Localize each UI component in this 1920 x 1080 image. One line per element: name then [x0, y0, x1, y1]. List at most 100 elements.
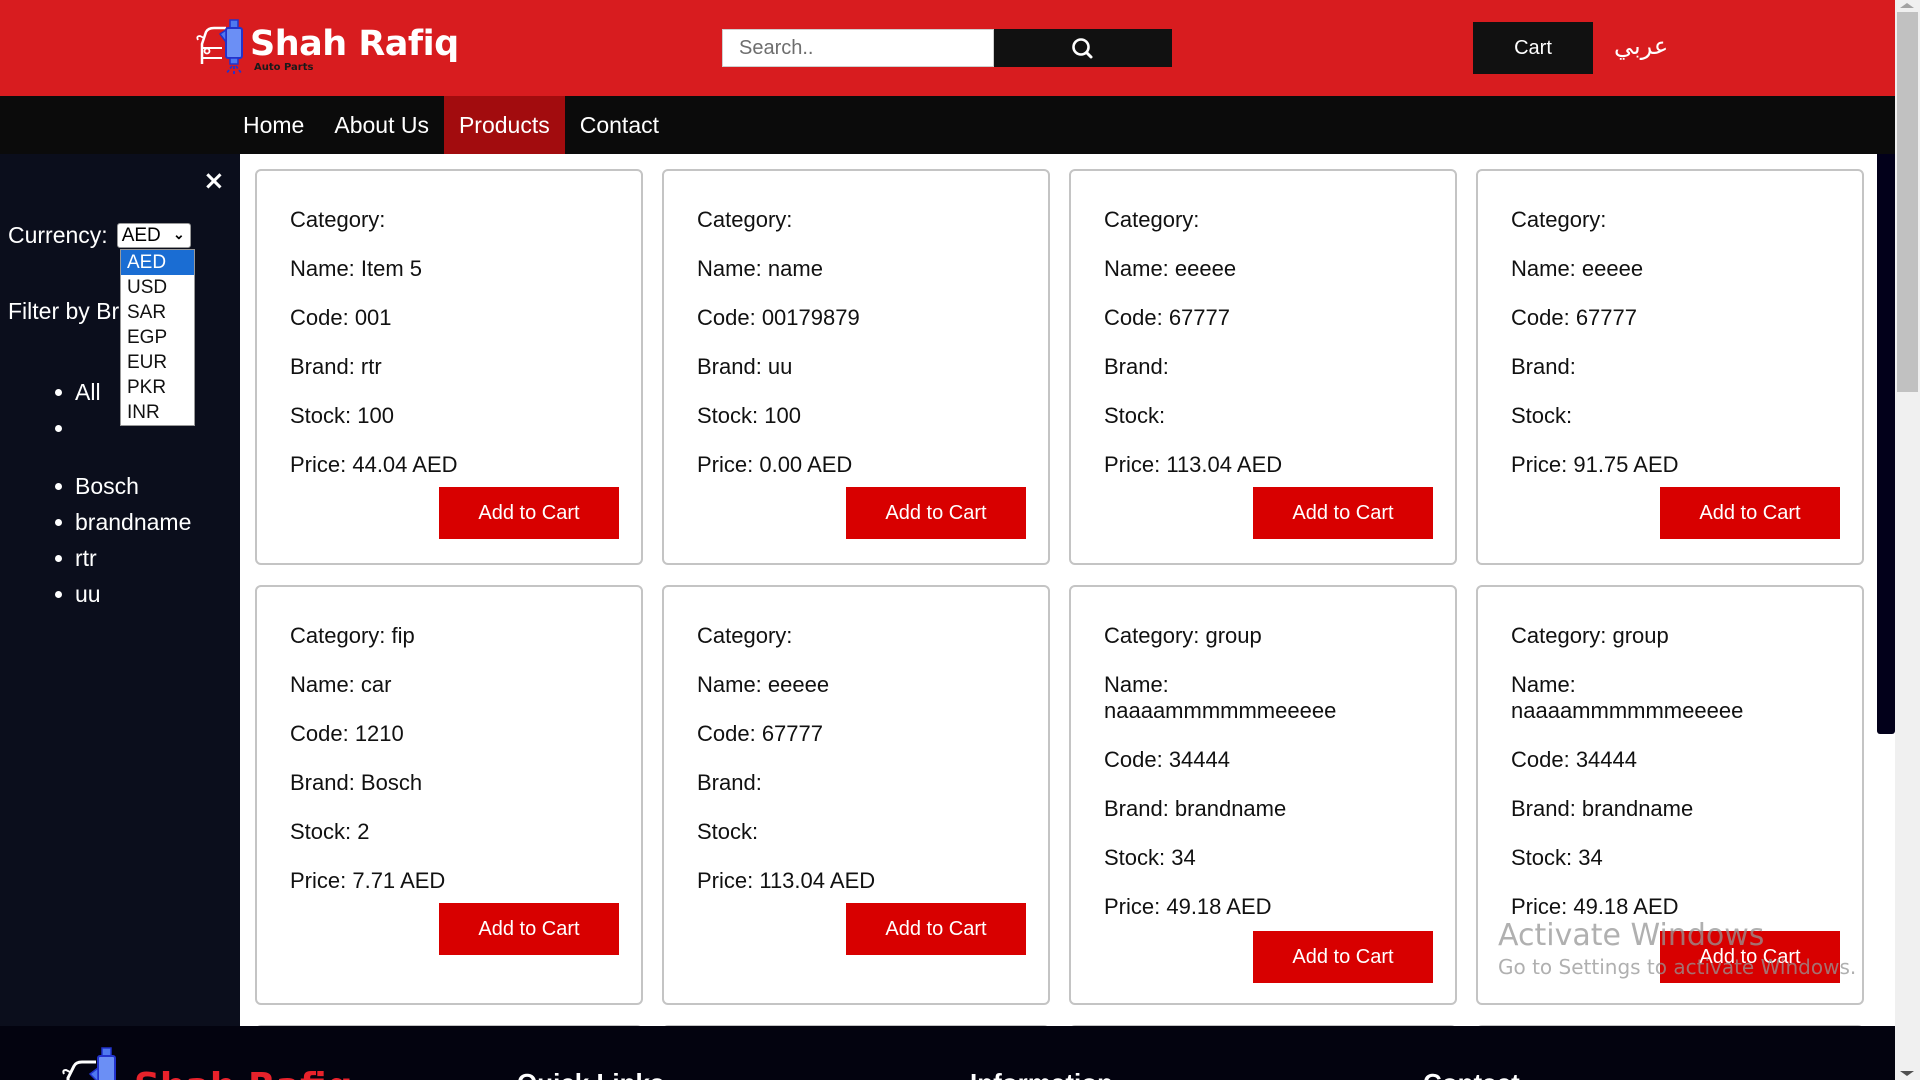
- product-stock: Stock: 100: [290, 403, 394, 428]
- add-to-cart-button[interactable]: Add to Cart: [439, 903, 619, 955]
- product-name: Name: naaaammmmmmeeeee: [1104, 672, 1337, 723]
- currency-option-eur[interactable]: EUR: [121, 350, 194, 375]
- footer-heading-contact: Contact: [1423, 1068, 1520, 1080]
- product-stock: Stock: 100: [697, 403, 801, 428]
- product-name: Name: Item 5: [290, 256, 423, 281]
- product-price: Price: 49.18 AED: [1511, 894, 1679, 919]
- product-price: Price: 113.04 AED: [1104, 452, 1283, 477]
- product-price: Price: 113.04 AED: [697, 868, 876, 893]
- brand-filter-bosch[interactable]: Bosch: [52, 468, 191, 504]
- brand-filter-uu[interactable]: uu: [52, 576, 191, 612]
- nav-item-home[interactable]: Home: [228, 96, 319, 154]
- brand-filter-rtr[interactable]: rtr: [52, 540, 191, 576]
- search-input[interactable]: [722, 29, 994, 67]
- footer-heading-information: Information: [970, 1068, 1113, 1080]
- product-brand: Brand:: [1104, 354, 1169, 379]
- product-price: Price: 49.18 AED: [1104, 894, 1272, 919]
- site-logo[interactable]: Shah Rafiq Auto Parts: [196, 16, 459, 76]
- add-to-cart-button[interactable]: Add to Cart: [439, 487, 619, 539]
- product-code: Code: 67777: [1104, 305, 1230, 330]
- product-stock: Stock: 34: [1511, 845, 1603, 870]
- currency-option-sar[interactable]: SAR: [121, 300, 194, 325]
- product-stock: Stock:: [697, 819, 759, 844]
- add-to-cart-button[interactable]: Add to Cart: [846, 487, 1026, 539]
- product-card: Category: Name: Item 5 Code: 001 Brand: …: [255, 169, 643, 565]
- product-code: Code: 001: [290, 305, 392, 330]
- currency-option-usd[interactable]: USD: [121, 275, 194, 300]
- product-card: Category: group Name: naaaammmmmmeeeee C…: [1476, 585, 1864, 1005]
- currency-option-pkr[interactable]: PKR: [121, 375, 194, 400]
- product-category: Category: group: [1104, 623, 1262, 648]
- currency-selected-value: AED: [121, 224, 161, 246]
- product-code: Code: 34444: [1511, 747, 1637, 772]
- product-card: Category: Name: name Code: 00179879 Bran…: [662, 169, 1050, 565]
- add-to-cart-button[interactable]: Add to Cart: [1660, 487, 1840, 539]
- logo-title: Shah Rafiq: [250, 24, 459, 64]
- brand-filter-brandname[interactable]: brandname: [52, 504, 191, 540]
- product-category: Category:: [1104, 207, 1200, 232]
- product-card: Category: Name: eeeee Code: 67777 Brand:…: [662, 585, 1050, 1005]
- cart-button[interactable]: Cart: [1473, 22, 1593, 74]
- currency-option-aed[interactable]: AED: [121, 250, 194, 275]
- product-name: Name: car: [290, 672, 392, 697]
- product-category: Category:: [290, 207, 386, 232]
- product-grid: Category: Name: Item 5 Code: 001 Brand: …: [255, 169, 1864, 1026]
- add-to-cart-button[interactable]: Add to Cart: [1253, 931, 1433, 983]
- add-to-cart-button[interactable]: Add to Cart: [846, 903, 1026, 955]
- footer-logo-title: Shah Rafiq: [134, 1066, 352, 1080]
- logo-subtitle: Auto Parts: [254, 62, 314, 73]
- product-price: Price: 0.00 AED: [697, 452, 853, 477]
- product-code: Code: 67777: [1511, 305, 1637, 330]
- footer-logo[interactable]: Shah Rafiq: [60, 1046, 380, 1080]
- product-code: Code: 34444: [1104, 747, 1230, 772]
- product-brand: Brand: brandname: [1104, 796, 1287, 821]
- product-price: Price: 44.04 AED: [290, 452, 458, 477]
- product-grid-area: Category: Name: Item 5 Code: 001 Brand: …: [240, 154, 1877, 1026]
- search-button[interactable]: [994, 29, 1172, 67]
- product-category: Category: group: [1511, 623, 1669, 648]
- currency-option-egp[interactable]: EGP: [121, 325, 194, 350]
- product-code: Code: 00179879: [697, 305, 860, 330]
- browser-scrollbar-thumb[interactable]: [1897, 12, 1918, 392]
- main-nav: Home About Us Products Contact: [0, 96, 1895, 154]
- content-scrollbar-thumb[interactable]: [1877, 154, 1895, 734]
- currency-dropdown-list: AED USD SAR EGP EUR PKR INR: [120, 249, 195, 426]
- product-brand: Brand:: [697, 770, 762, 795]
- page: Shah Rafiq Auto Parts Cart عربي Home Abo…: [0, 0, 1895, 1080]
- nav-item-about-us[interactable]: About Us: [319, 96, 444, 154]
- product-name: Name: name: [697, 256, 823, 281]
- nav-item-contact[interactable]: Contact: [565, 96, 674, 154]
- product-name: Name: eeeee: [1104, 256, 1237, 281]
- product-name: Name: eeeee: [697, 672, 830, 697]
- product-brand: Brand: brandname: [1511, 796, 1694, 821]
- language-toggle-arabic[interactable]: عربي: [1614, 32, 1668, 60]
- nav-list: Home About Us Products Contact: [228, 96, 674, 154]
- product-name: Name: eeeee: [1511, 256, 1644, 281]
- product-stock: Stock: 2: [290, 819, 370, 844]
- add-to-cart-button[interactable]: Add to Cart: [1253, 487, 1433, 539]
- product-stock: Stock:: [1511, 403, 1573, 428]
- close-sidebar-icon[interactable]: ×: [203, 168, 225, 194]
- currency-select[interactable]: AED ⌄: [116, 223, 191, 248]
- site-header: Shah Rafiq Auto Parts Cart عربي: [0, 0, 1895, 96]
- site-footer: Shah Rafiq Quick Links Information Conta…: [0, 1026, 1895, 1080]
- search-icon: [1072, 38, 1093, 59]
- scroll-down-arrow-icon[interactable]: [1900, 1071, 1914, 1076]
- product-category: Category:: [697, 623, 793, 648]
- content-scrollbar[interactable]: [1877, 154, 1895, 1026]
- browser-scrollbar[interactable]: [1895, 0, 1920, 1080]
- product-brand: Brand: uu: [697, 354, 793, 379]
- currency-label: Currency:: [8, 222, 108, 248]
- currency-option-inr[interactable]: INR: [121, 400, 194, 425]
- product-category: Category: fip: [290, 623, 415, 648]
- product-category: Category:: [697, 207, 793, 232]
- nav-item-products[interactable]: Products: [443, 96, 565, 154]
- product-card: Category: Name: eeeee Code: 67777 Brand:…: [1476, 169, 1864, 565]
- scroll-up-arrow-icon[interactable]: [1900, 3, 1914, 8]
- product-price: Price: 91.75 AED: [1511, 452, 1679, 477]
- product-stock: Stock: 34: [1104, 845, 1196, 870]
- car-injector-logo-icon: [62, 1047, 116, 1080]
- product-brand: Brand:: [1511, 354, 1576, 379]
- footer-heading-quick-links: Quick Links: [517, 1068, 664, 1080]
- add-to-cart-button[interactable]: Add to Cart: [1660, 931, 1840, 983]
